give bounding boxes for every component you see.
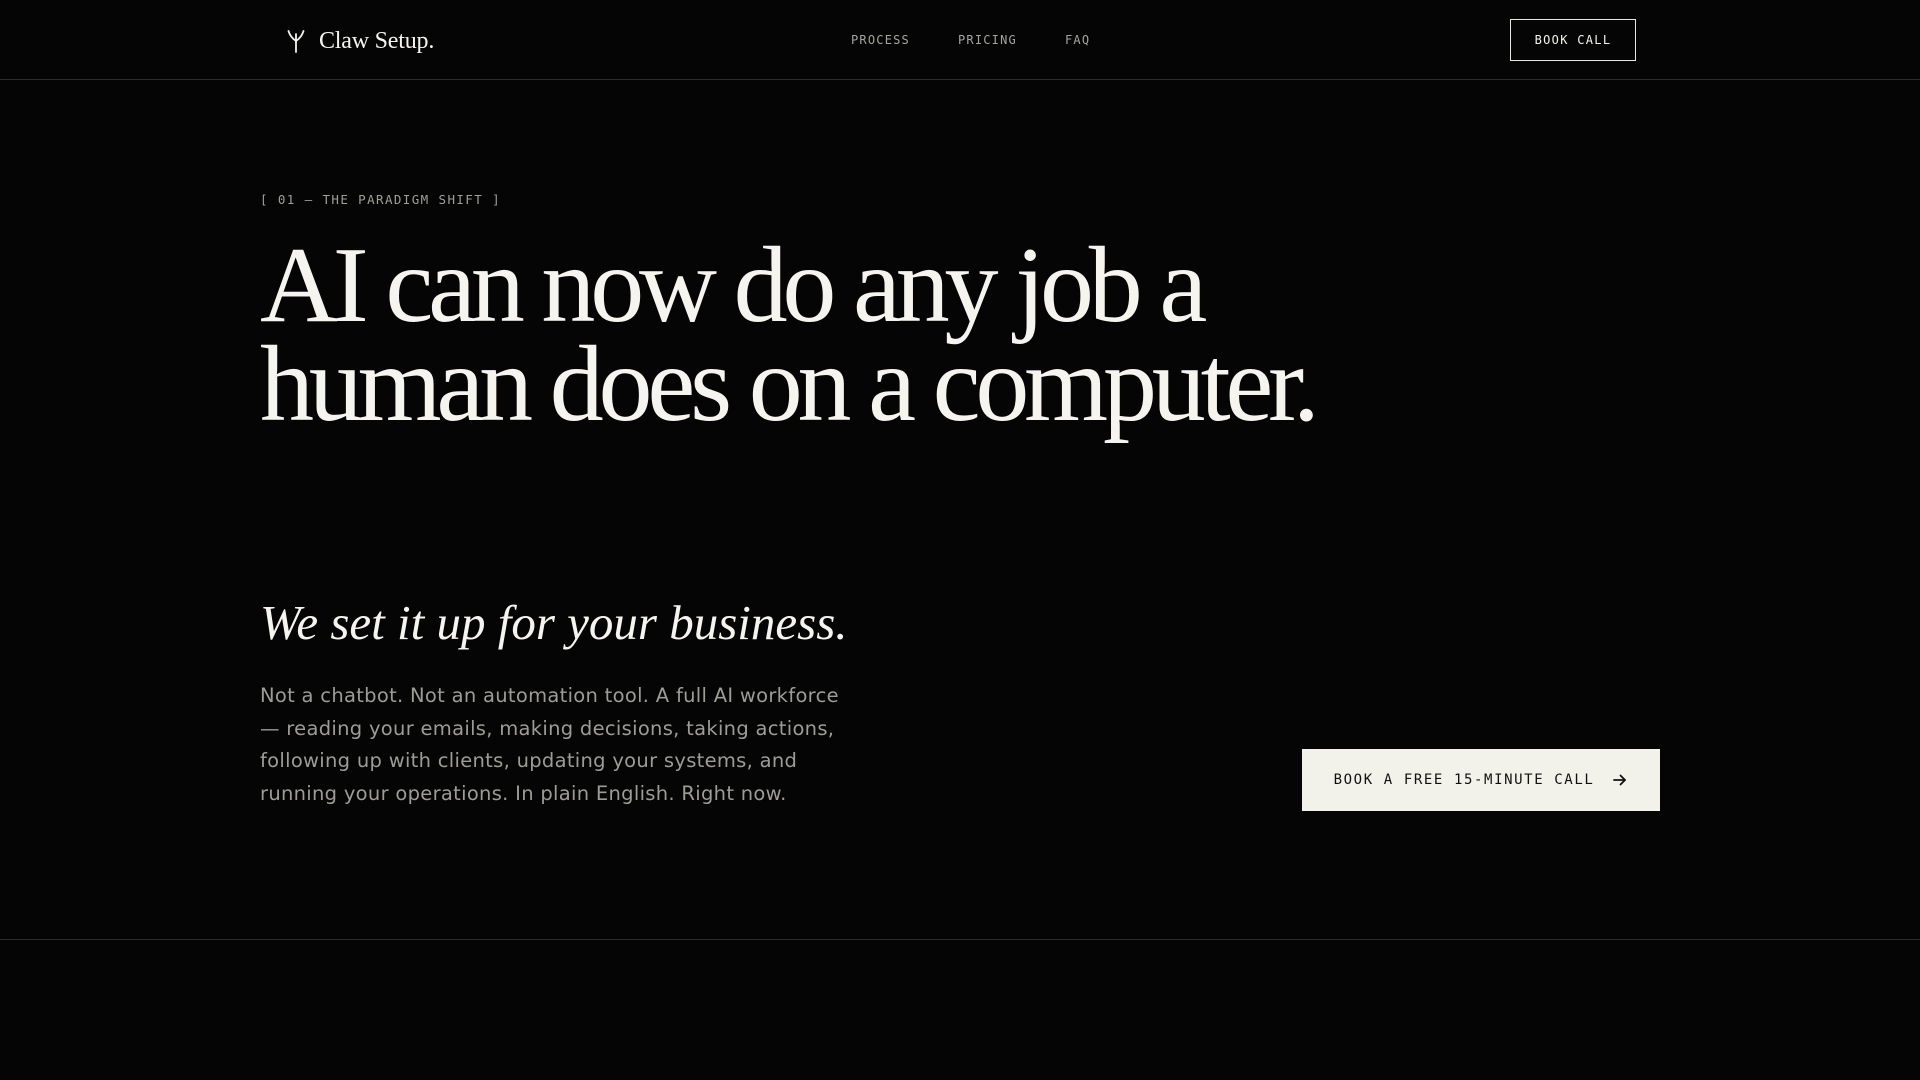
section-eyebrow: [ 01 — THE PARADIGM SHIFT ]: [260, 192, 501, 207]
forked-branch-icon: [287, 30, 305, 53]
brand-logo[interactable]: Claw Setup.: [285, 26, 434, 56]
brand-name: Claw Setup.: [319, 27, 435, 54]
hero-headline: AI can now do any job a human does on a …: [260, 226, 1320, 444]
book-free-call-button[interactable]: BOOK A FREE 15-MINUTE CALL: [1302, 749, 1660, 811]
book-call-button[interactable]: BOOK CALL: [1510, 19, 1636, 61]
hero-subheadline: We set it up for your business.: [260, 595, 848, 650]
hero-body-copy: Not a chatbot. Not an automation tool. A…: [260, 684, 839, 806]
nav-link-process[interactable]: PROCESS: [851, 33, 910, 47]
nav-link-faq[interactable]: FAQ: [1065, 33, 1090, 47]
arrow-right-icon: [1613, 774, 1627, 786]
nav-link-pricing[interactable]: PRICING: [958, 33, 1017, 47]
cta-label: BOOK A FREE 15-MINUTE CALL: [1333, 772, 1595, 788]
section-divider: [0, 939, 1920, 940]
primary-nav: PROCESS PRICING FAQ: [851, 33, 1138, 47]
site-header: Claw Setup. PROCESS PRICING FAQ BOOK CAL…: [0, 0, 1920, 80]
